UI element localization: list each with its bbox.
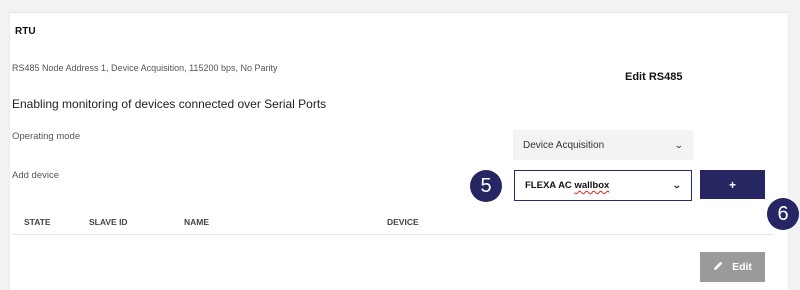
device-select[interactable]: FLEXA AC wallbox ⌄ (514, 170, 692, 201)
add-device-button[interactable]: + (700, 170, 765, 199)
column-header-device[interactable]: DEVICE (387, 217, 419, 227)
spellcheck-word: wallbox (574, 180, 610, 191)
column-header-state[interactable]: STATE (24, 217, 51, 227)
operating-mode-select[interactable]: Device Acquisition ⌄ (513, 130, 693, 160)
step-badge-5: 5 (470, 170, 502, 202)
pencil-icon (713, 260, 724, 274)
operating-mode-value: Device Acquisition (523, 139, 605, 151)
device-select-value: FLEXA AC wallbox (525, 180, 610, 191)
edit-rs485-link[interactable]: Edit RS485 (625, 71, 682, 83)
step-badge-6: 6 (767, 198, 799, 230)
panel-title: RTU (15, 26, 36, 37)
edit-button[interactable]: Edit (700, 252, 765, 282)
table-divider (12, 234, 774, 235)
add-device-label: Add device (12, 170, 60, 181)
edit-button-label: Edit (732, 261, 752, 273)
column-header-name[interactable]: NAME (184, 217, 209, 227)
chevron-down-icon: ⌄ (674, 139, 685, 150)
operating-mode-label: Operating mode (12, 131, 81, 142)
chevron-down-icon: ⌄ (672, 180, 683, 190)
column-header-slave-id[interactable]: SLAVE ID (89, 217, 128, 227)
connection-summary: RS485 Node Address 1, Device Acquisition… (12, 63, 278, 73)
panel-description: Enabling monitoring of devices connected… (12, 97, 327, 111)
